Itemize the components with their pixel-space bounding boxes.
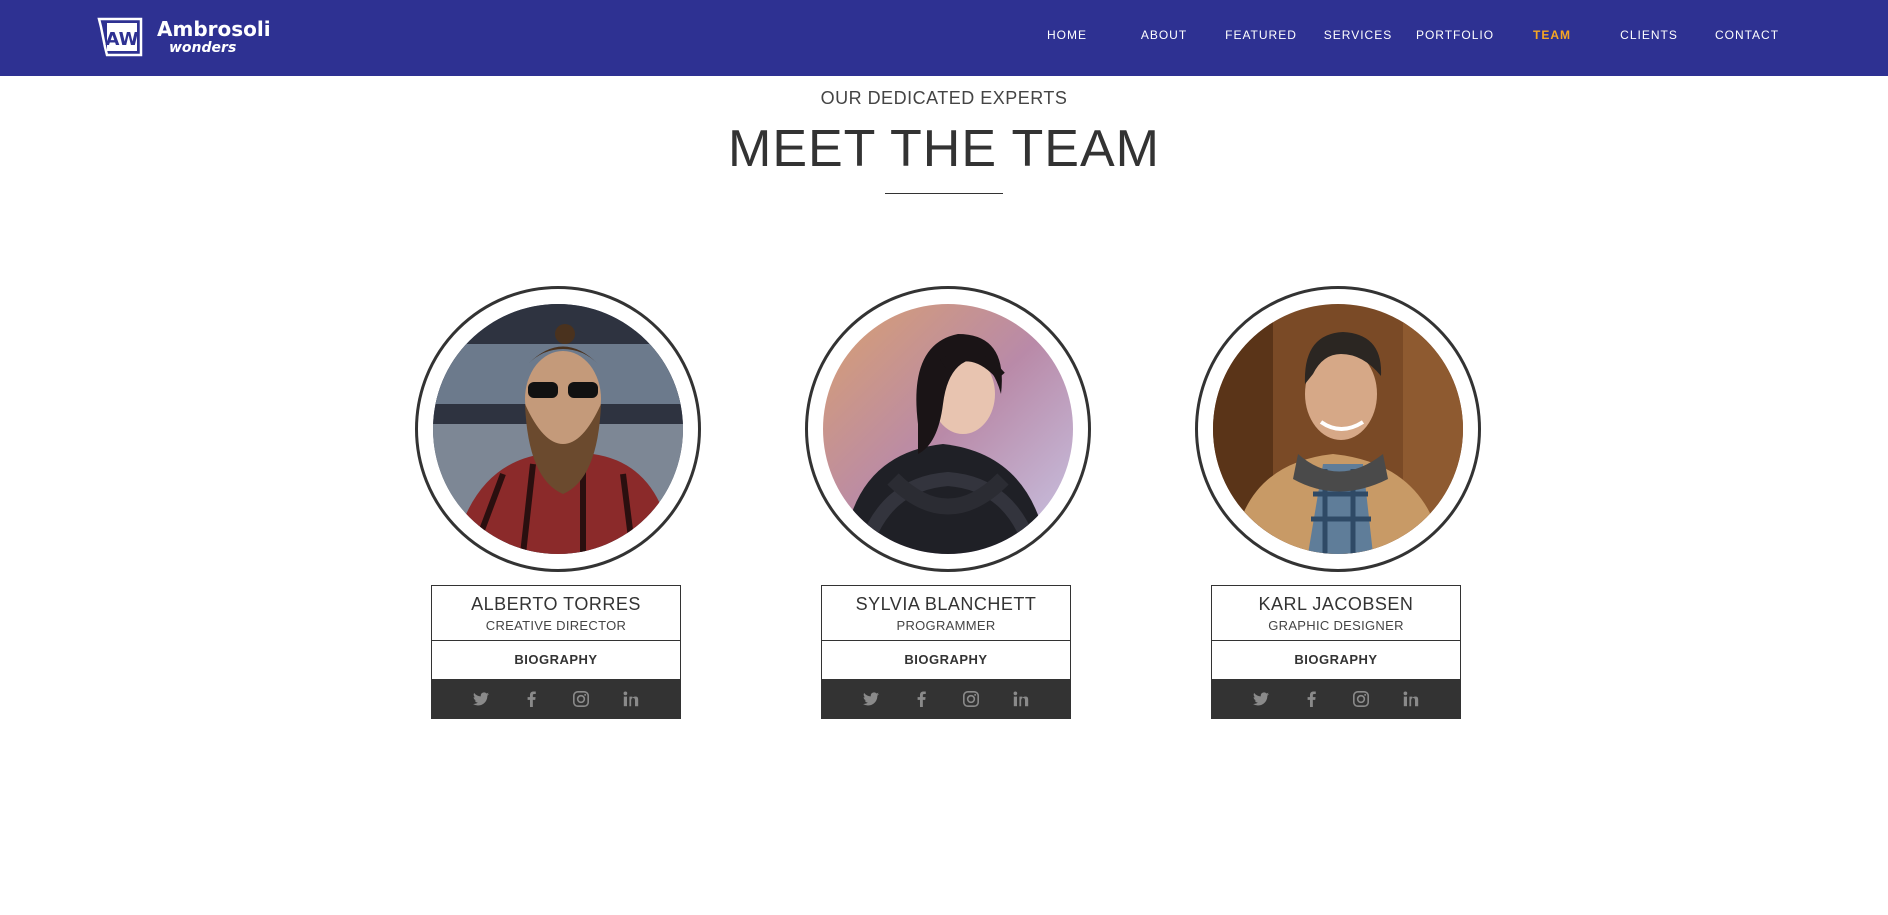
nav-home[interactable]: HOME (1047, 28, 1087, 42)
twitter-icon[interactable] (861, 689, 881, 709)
member-name: ALBERTO TORRES (471, 594, 641, 614)
linkedin-icon[interactable] (1011, 689, 1031, 709)
member-info-panel: ALBERTO TORRES CREATIVE DIRECTOR BIOGRAP… (431, 585, 681, 719)
section-title: MEET THE TEAM (728, 120, 1160, 178)
nav-clients[interactable]: CLIENTS (1620, 28, 1678, 42)
nav-featured[interactable]: FEATURED (1225, 28, 1297, 42)
brand-name: Ambrosoli (157, 17, 271, 41)
logo-mark-icon: AW (97, 17, 143, 57)
brand-tagline: wonders (169, 40, 237, 56)
nav-team[interactable]: TEAM (1533, 28, 1571, 42)
linkedin-icon[interactable] (1401, 689, 1421, 709)
title-divider (885, 193, 1003, 194)
instagram-icon[interactable] (571, 689, 591, 709)
nav-portfolio[interactable]: PORTFOLIO (1416, 28, 1494, 42)
member-role: GRAPHIC DESIGNER (1268, 618, 1404, 633)
brand-wordmark: Ambrosoli wonders (157, 19, 271, 55)
twitter-icon[interactable] (1251, 689, 1271, 709)
member-info-panel: KARL JACOBSEN GRAPHIC DESIGNER BIOGRAPHY (1211, 585, 1461, 719)
member-photo (433, 304, 683, 554)
svg-text:AW: AW (106, 29, 139, 50)
member-photo (823, 304, 1073, 554)
member-name: SYLVIA BLANCHETT (855, 594, 1037, 614)
social-links (822, 679, 1070, 718)
member-name-box: ALBERTO TORRES CREATIVE DIRECTOR (432, 586, 680, 641)
biography-link[interactable]: BIOGRAPHY (822, 641, 1070, 679)
instagram-icon[interactable] (961, 689, 981, 709)
member-photo (1213, 304, 1463, 554)
top-navbar: AW Ambrosoli wonders HOME ABOUT FEATURED… (0, 0, 1888, 76)
facebook-icon[interactable] (1301, 689, 1321, 709)
nav-contact[interactable]: CONTACT (1715, 28, 1779, 42)
member-info-panel: SYLVIA BLANCHETT PROGRAMMER BIOGRAPHY (821, 585, 1071, 719)
social-links (432, 679, 680, 718)
team-section-header: OUR DEDICATED EXPERTS MEET THE TEAM (0, 88, 1888, 194)
biography-link[interactable]: BIOGRAPHY (1212, 641, 1460, 679)
biography-link[interactable]: BIOGRAPHY (432, 641, 680, 679)
section-eyebrow: OUR DEDICATED EXPERTS (820, 88, 1068, 108)
member-name-box: KARL JACOBSEN GRAPHIC DESIGNER (1212, 586, 1460, 641)
instagram-icon[interactable] (1351, 689, 1371, 709)
member-role: CREATIVE DIRECTOR (485, 618, 627, 633)
facebook-icon[interactable] (911, 689, 931, 709)
twitter-icon[interactable] (471, 689, 491, 709)
nav-about[interactable]: ABOUT (1141, 28, 1187, 42)
social-links (1212, 679, 1460, 718)
member-name-box: SYLVIA BLANCHETT PROGRAMMER (822, 586, 1070, 641)
member-name: KARL JACOBSEN (1258, 594, 1414, 614)
facebook-icon[interactable] (521, 689, 541, 709)
brand-logo[interactable]: AW Ambrosoli wonders (97, 16, 271, 58)
member-role: PROGRAMMER (896, 618, 996, 633)
nav-services[interactable]: SERVICES (1324, 28, 1392, 42)
linkedin-icon[interactable] (621, 689, 641, 709)
